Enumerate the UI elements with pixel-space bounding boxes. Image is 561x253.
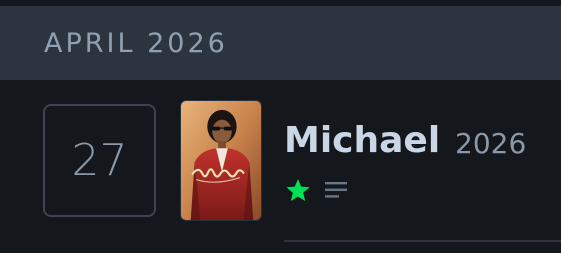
diary-entry-row[interactable]: 27 Michael 2026 xyxy=(0,80,561,253)
film-poster[interactable] xyxy=(180,100,262,221)
day-box[interactable]: 27 xyxy=(43,104,156,217)
film-poster-image xyxy=(181,101,261,220)
film-year[interactable]: 2026 xyxy=(455,127,526,161)
month-header: APRIL 2026 xyxy=(0,6,561,80)
month-label: APRIL 2026 xyxy=(44,28,228,59)
day-number: 27 xyxy=(71,135,128,186)
review-lines-icon[interactable] xyxy=(324,180,348,200)
star-icon xyxy=(286,179,310,201)
film-title[interactable]: Michael xyxy=(284,120,440,162)
diary-page: APRIL 2026 27 Michael 2026 xyxy=(0,0,561,253)
row-divider xyxy=(284,240,561,242)
